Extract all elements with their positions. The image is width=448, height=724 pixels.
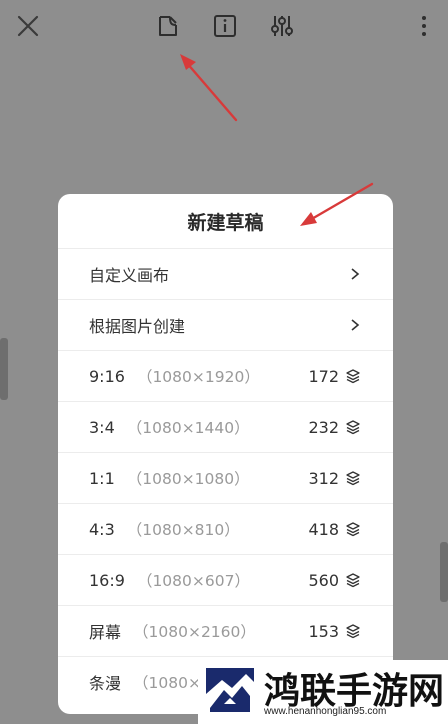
layer-count: 153 bbox=[308, 621, 339, 641]
preset-resolution: （1080×607） bbox=[136, 572, 250, 590]
preset-ratio: 4:3 bbox=[89, 519, 115, 539]
layers-icon bbox=[345, 521, 361, 537]
preset-ratio: 3:4 bbox=[89, 417, 115, 437]
preset-resolution: （1080×2160） bbox=[133, 623, 256, 641]
info-icon[interactable] bbox=[209, 10, 241, 42]
chevron-right-icon bbox=[349, 318, 361, 332]
preset-row-4-3[interactable]: 4:3 （1080×810） 418 bbox=[58, 503, 393, 554]
preset-row-1-1[interactable]: 1:1 （1080×1080） 312 bbox=[58, 452, 393, 503]
preset-ratio: 9:16 bbox=[89, 366, 125, 386]
layer-count: 560 bbox=[308, 570, 339, 590]
layers-icon bbox=[345, 623, 361, 639]
option-label: 根据图片创建 bbox=[89, 317, 186, 336]
preset-ratio: 16:9 bbox=[89, 570, 125, 590]
preset-row-9-16[interactable]: 9:16 （1080×1920） 172 bbox=[58, 350, 393, 401]
layers-icon bbox=[345, 419, 361, 435]
watermark-url: www.henanhonglian95.com bbox=[264, 706, 387, 717]
chevron-right-icon bbox=[349, 267, 361, 281]
preset-resolution: （1080×810） bbox=[126, 521, 240, 539]
layers-icon bbox=[345, 572, 361, 588]
right-edge-handle[interactable] bbox=[440, 542, 448, 602]
layer-count: 312 bbox=[308, 468, 339, 488]
custom-canvas-option[interactable]: 自定义画布 bbox=[58, 248, 393, 299]
preset-ratio: 屏幕 bbox=[89, 623, 122, 642]
layer-count: 172 bbox=[308, 366, 339, 386]
watermark-logo bbox=[206, 668, 254, 716]
preset-resolution: （1080×1080） bbox=[126, 470, 250, 488]
sliders-icon[interactable] bbox=[266, 10, 298, 42]
dialog-title: 新建草稿 bbox=[187, 211, 264, 234]
more-vertical-icon[interactable] bbox=[408, 10, 440, 42]
new-draft-dialog: 新建草稿 自定义画布 根据图片创建 9:16 （1080×1920） 172 3… bbox=[58, 194, 393, 714]
top-toolbar bbox=[0, 0, 448, 52]
preset-resolution: （1080×1440） bbox=[126, 419, 250, 437]
arrow-to-sticker-icon bbox=[180, 54, 238, 122]
preset-row-screen[interactable]: 屏幕 （1080×2160） 153 bbox=[58, 605, 393, 656]
preset-ratio: 1:1 bbox=[89, 468, 115, 488]
layers-icon bbox=[345, 368, 361, 384]
sticker-icon[interactable] bbox=[152, 10, 184, 42]
preset-ratio: 条漫 bbox=[89, 674, 122, 693]
from-image-option[interactable]: 根据图片创建 bbox=[58, 299, 393, 350]
layer-count: 418 bbox=[308, 519, 339, 539]
preset-row-16-9[interactable]: 16:9 （1080×607） 560 bbox=[58, 554, 393, 605]
layer-count: 232 bbox=[308, 417, 339, 437]
preset-resolution: （1080×1920） bbox=[136, 368, 260, 386]
option-label: 自定义画布 bbox=[89, 266, 170, 285]
preset-row-3-4[interactable]: 3:4 （1080×1440） 232 bbox=[58, 401, 393, 452]
left-edge-handle[interactable] bbox=[0, 338, 8, 400]
site-watermark: 鸿联手游网 www.henanhonglian95.com bbox=[198, 660, 448, 724]
close-icon[interactable] bbox=[12, 10, 44, 42]
layers-icon bbox=[345, 470, 361, 486]
